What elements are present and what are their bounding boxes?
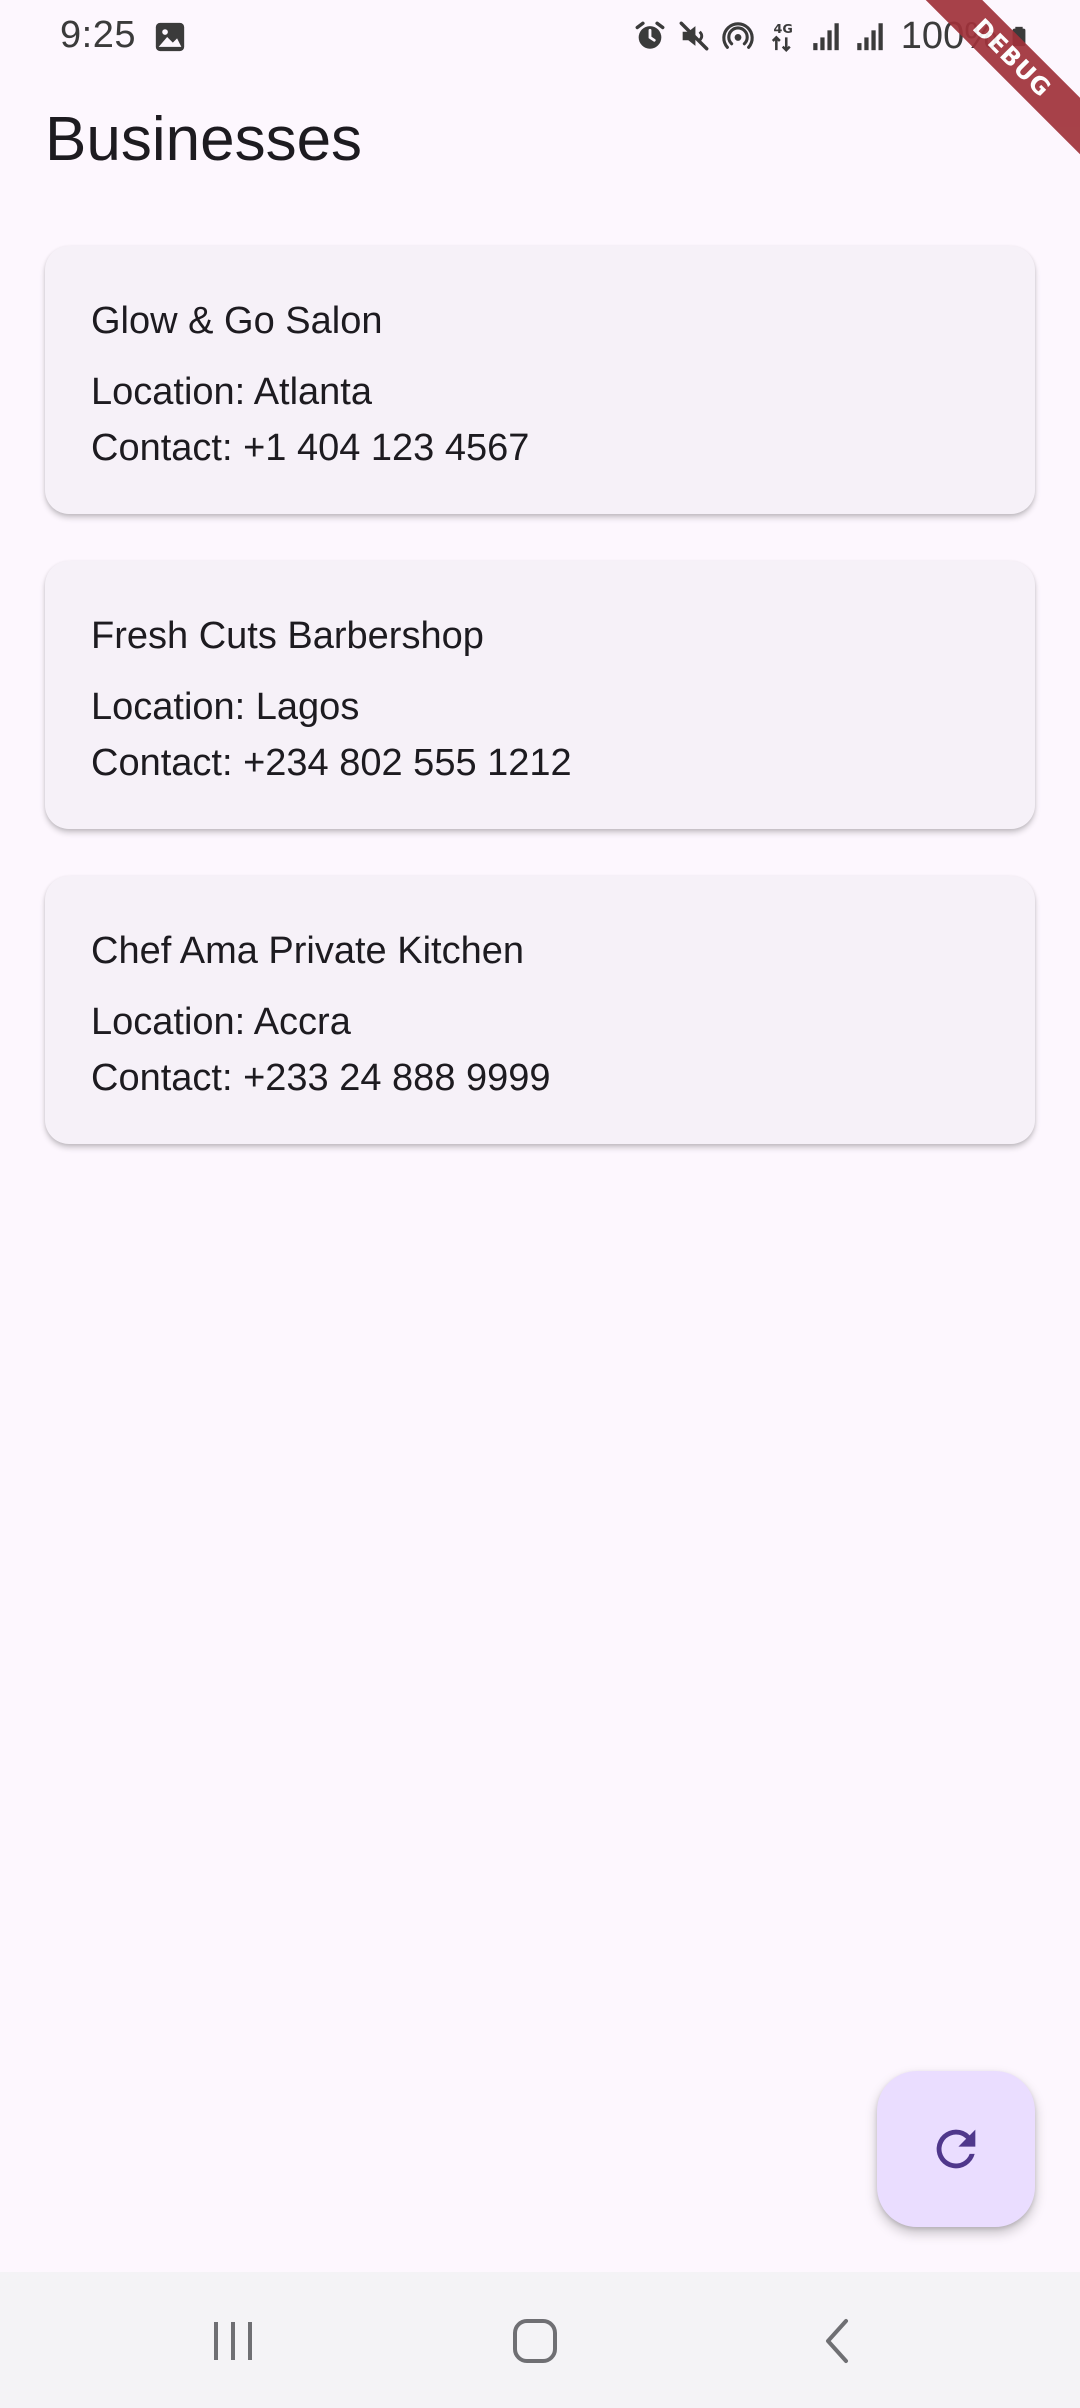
business-name: Chef Ama Private Kitchen [91, 930, 524, 972]
business-card[interactable]: Fresh Cuts Barbershop Location: Lagos Co… [45, 561, 1035, 829]
network-4g-icon: 4G [771, 22, 793, 52]
battery-percent: 100% [900, 14, 998, 57]
page-title: Businesses [45, 105, 363, 174]
svg-text:4G: 4G [773, 22, 792, 37]
back-button[interactable] [803, 2310, 873, 2372]
gallery-icon [155, 22, 185, 52]
status-icons: 4G 100% [633, 14, 1030, 58]
signal-icon [857, 23, 883, 51]
business-contact: Contact: +1 404 123 4567 [91, 427, 530, 469]
hotspot-icon [722, 22, 754, 49]
refresh-icon [936, 2129, 976, 2169]
status-bar: 9:25 4G 100% [0, 0, 1080, 72]
home-icon [513, 2319, 557, 2363]
business-name: Glow & Go Salon [91, 300, 383, 342]
business-location: Location: Accra [91, 1001, 351, 1043]
business-location: Location: Lagos [91, 686, 360, 728]
back-icon [826, 2319, 848, 2363]
recents-icon [214, 2322, 252, 2360]
signal-icon [813, 23, 839, 51]
screen: 9:25 4G 100% DEBUG Businesses Glow & Go … [0, 0, 1080, 2408]
business-location: Location: Atlanta [91, 371, 372, 413]
mute-icon [679, 21, 709, 51]
home-button[interactable] [500, 2310, 570, 2372]
recents-button[interactable] [198, 2310, 268, 2372]
refresh-button[interactable] [877, 2071, 1035, 2227]
battery-icon [1012, 26, 1026, 47]
alarm-icon [635, 21, 665, 49]
business-card[interactable]: Glow & Go Salon Location: Atlanta Contac… [45, 246, 1035, 514]
system-nav-bar [0, 2272, 1080, 2408]
business-list: Glow & Go Salon Location: Atlanta Contac… [45, 246, 1035, 1191]
business-card[interactable]: Chef Ama Private Kitchen Location: Accra… [45, 876, 1035, 1144]
business-contact: Contact: +233 24 888 9999 [91, 1057, 551, 1099]
business-contact: Contact: +234 802 555 1212 [91, 742, 572, 784]
status-time: 9:25 [60, 14, 136, 56]
business-name: Fresh Cuts Barbershop [91, 615, 484, 657]
